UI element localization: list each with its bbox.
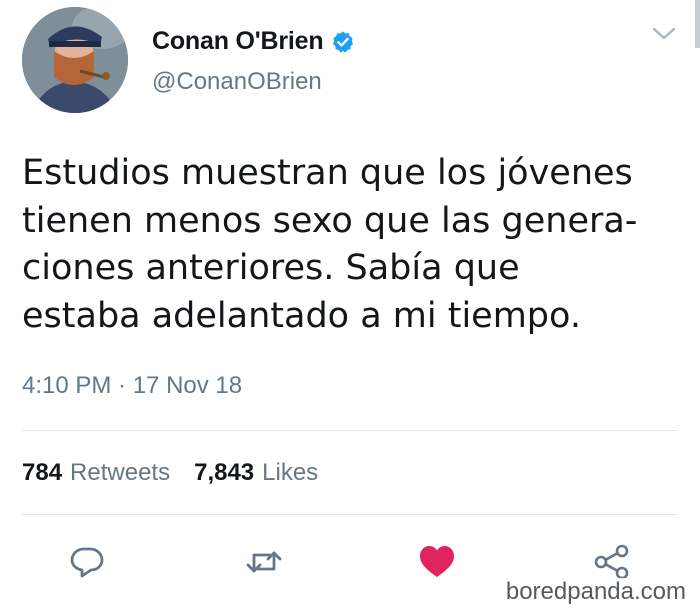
- scrollbar[interactable]: [695, 0, 700, 48]
- heart-icon[interactable]: [418, 543, 456, 581]
- author-name-row[interactable]: Conan O'Brien: [152, 27, 355, 56]
- watermark: boredpanda.com: [503, 578, 688, 606]
- retweets-label: Retweets: [70, 459, 171, 486]
- verified-badge-icon: [331, 30, 355, 54]
- likes-stat[interactable]: 7,843 Likes: [194, 459, 318, 487]
- tweet-text-line: estaba adelantado a mi tiempo.: [22, 295, 581, 336]
- retweets-count: 784: [22, 459, 63, 486]
- divider: [22, 430, 677, 431]
- retweets-stat[interactable]: 784 Retweets: [22, 459, 170, 487]
- likes-label: Likes: [262, 459, 319, 486]
- tweet-text-line: Estudios muestran que los jóvenes: [22, 153, 633, 193]
- display-name[interactable]: Conan O'Brien: [152, 27, 324, 56]
- likes-count: 7,843: [194, 459, 255, 486]
- divider: [22, 514, 677, 515]
- tweet-stats: 784 Retweets 7,843 Likes: [22, 459, 342, 487]
- reply-icon[interactable]: [68, 543, 106, 581]
- tweet-text-line: ciones anteriores. Sabía que: [22, 248, 520, 288]
- share-icon[interactable]: [593, 543, 631, 581]
- retweet-icon[interactable]: [245, 543, 283, 581]
- avatar[interactable]: [22, 7, 128, 113]
- tweet-timestamp[interactable]: 4:10 PM · 17 Nov 18: [22, 372, 242, 400]
- chevron-down-icon[interactable]: [651, 24, 677, 44]
- user-handle[interactable]: @ConanOBrien: [152, 68, 322, 96]
- profile-photo: [22, 7, 128, 113]
- tweet-text-line: tienen menos sexo que las genera-: [22, 200, 638, 241]
- tweet-text: Estudios muestran que los jóvenes tienen…: [22, 150, 682, 340]
